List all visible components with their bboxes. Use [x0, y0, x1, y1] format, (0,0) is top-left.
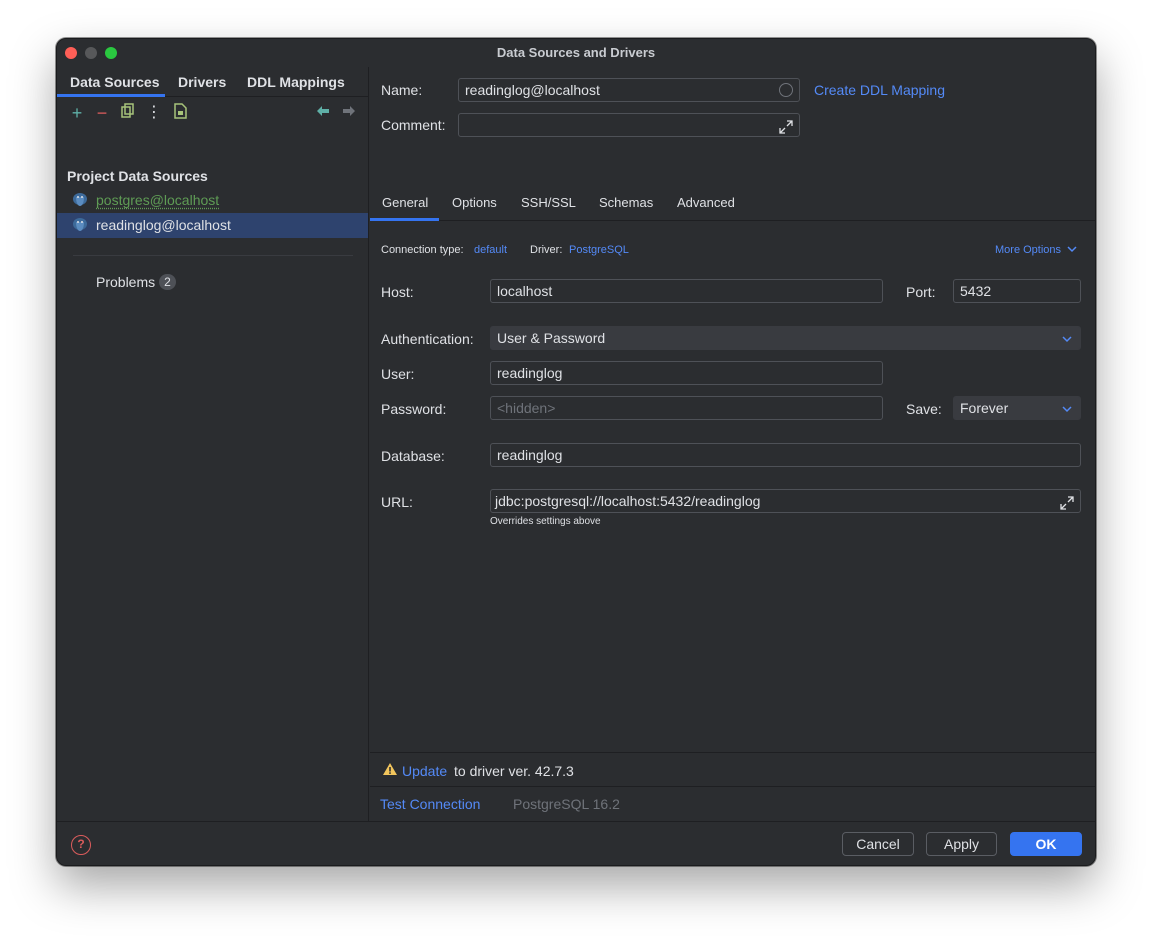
connection-type-label: Connection type: — [381, 244, 464, 256]
driver-label: Driver: — [530, 244, 563, 256]
help-icon[interactable]: ? — [71, 835, 91, 855]
dialog-window: Data Sources and Drivers Data Sources Dr… — [56, 38, 1096, 866]
chevron-down-icon — [1067, 246, 1077, 253]
problems-label: Problems — [96, 274, 156, 290]
warning-icon — [382, 762, 398, 779]
server-version-text: PostgreSQL 16.2 — [513, 796, 620, 812]
host-value: localhost — [497, 283, 553, 299]
project-data-sources-heading: Project Data Sources — [67, 168, 208, 184]
database-value: readinglog — [497, 447, 563, 463]
more-options-link[interactable]: More Options — [995, 244, 1077, 256]
settings-tabs: General Options SSH/SSL Schemas Advanced — [370, 185, 1095, 221]
expand-icon[interactable] — [779, 118, 793, 134]
minimize-window-button[interactable] — [85, 47, 97, 59]
data-source-item[interactable]: postgres@localhost — [57, 188, 368, 213]
save-label: Save: — [906, 401, 942, 417]
active-tab-indicator — [57, 94, 165, 97]
host-field[interactable]: localhost — [490, 279, 883, 303]
name-value: readinglog@localhost — [465, 82, 600, 98]
port-label: Port: — [906, 284, 936, 300]
url-field[interactable]: jdbc:postgresql://localhost:5432/reading… — [490, 489, 1081, 513]
right-pane: Name: readinglog@localhost Create DDL Ma… — [370, 67, 1095, 821]
tab-advanced[interactable]: Advanced — [677, 195, 735, 210]
postgresql-icon — [71, 217, 89, 233]
url-hint: Overrides settings above — [490, 516, 601, 527]
tab-drivers[interactable]: Drivers — [178, 74, 226, 90]
url-value: jdbc:postgresql://localhost:5432/reading… — [495, 493, 761, 509]
database-label: Database: — [381, 448, 445, 464]
authentication-select[interactable]: User & Password — [490, 326, 1081, 350]
update-driver-text: to driver ver. 42.7.3 — [454, 763, 574, 779]
test-connection-bar: Test Connection PostgreSQL 16.2 — [370, 786, 1095, 821]
ok-button[interactable]: OK — [1010, 832, 1082, 856]
left-toolbar: + − ⋮ — [57, 103, 368, 127]
expand-icon[interactable] — [1060, 494, 1074, 510]
user-label: User: — [381, 366, 415, 382]
more-actions-icon[interactable]: ⋮ — [144, 103, 164, 123]
driver-update-bar: Update to driver ver. 42.7.3 — [370, 752, 1095, 786]
host-label: Host: — [381, 284, 414, 300]
data-source-item-selected[interactable]: readinglog@localhost — [57, 213, 368, 238]
tab-data-sources[interactable]: Data Sources — [70, 74, 159, 90]
url-label: URL: — [381, 494, 413, 510]
chevron-down-icon — [1062, 406, 1072, 413]
left-divider — [73, 255, 353, 256]
problems-item[interactable]: Problems 2 — [96, 274, 176, 290]
test-connection-link[interactable]: Test Connection — [380, 796, 480, 812]
driver-link[interactable]: PostgreSQL — [569, 244, 629, 256]
tab-ddl-mappings[interactable]: DDL Mappings — [247, 74, 345, 90]
sql-file-icon[interactable] — [170, 103, 190, 123]
remove-icon[interactable]: − — [92, 103, 112, 123]
password-placeholder: <hidden> — [497, 400, 556, 416]
data-source-label: readinglog@localhost — [96, 217, 231, 233]
problems-count-badge: 2 — [159, 274, 176, 290]
tab-general[interactable]: General — [382, 195, 428, 210]
cancel-button[interactable]: Cancel — [842, 832, 914, 856]
port-field[interactable]: 5432 — [953, 279, 1081, 303]
more-options-label: More Options — [995, 244, 1062, 256]
tab-schemas[interactable]: Schemas — [599, 195, 653, 210]
authentication-label: Authentication: — [381, 331, 474, 347]
forward-arrow-icon[interactable] — [339, 103, 359, 123]
tab-ssh-ssl[interactable]: SSH/SSL — [521, 195, 576, 210]
authentication-value: User & Password — [497, 330, 606, 346]
connection-type-link[interactable]: default — [474, 244, 507, 256]
name-field[interactable]: readinglog@localhost — [458, 78, 800, 102]
close-window-button[interactable] — [65, 47, 77, 59]
chevron-down-icon — [1062, 336, 1072, 343]
update-driver-link[interactable]: Update — [402, 763, 447, 779]
back-arrow-icon[interactable] — [313, 103, 333, 123]
save-value: Forever — [960, 400, 1009, 416]
password-label: Password: — [381, 401, 447, 417]
port-value: 5432 — [960, 283, 992, 299]
database-field[interactable]: readinglog — [490, 443, 1081, 467]
password-field[interactable]: <hidden> — [490, 396, 883, 420]
save-select[interactable]: Forever — [953, 396, 1081, 420]
title-bar: Data Sources and Drivers — [57, 39, 1095, 67]
comment-field[interactable] — [458, 113, 800, 137]
tab-options[interactable]: Options — [452, 195, 497, 210]
left-pane: Data Sources Drivers DDL Mappings + − ⋮ … — [57, 67, 369, 821]
apply-button[interactable]: Apply — [926, 832, 997, 856]
maximize-window-button[interactable] — [105, 47, 117, 59]
name-label: Name: — [381, 82, 423, 98]
user-value: readinglog — [497, 365, 563, 381]
dialog-footer: ? Cancel Apply OK — [57, 821, 1095, 865]
user-field[interactable]: readinglog — [490, 361, 883, 385]
left-tabs: Data Sources Drivers DDL Mappings — [57, 67, 368, 97]
color-picker-icon[interactable] — [779, 83, 793, 97]
comment-label: Comment: — [381, 117, 446, 133]
copy-icon[interactable] — [118, 103, 138, 123]
window-title: Data Sources and Drivers — [496, 45, 656, 60]
data-source-label: postgres@localhost — [96, 192, 220, 208]
active-tab-indicator — [370, 218, 439, 221]
postgresql-icon — [71, 192, 89, 208]
create-ddl-mapping-link[interactable]: Create DDL Mapping — [814, 82, 945, 98]
add-icon[interactable]: + — [67, 103, 87, 123]
